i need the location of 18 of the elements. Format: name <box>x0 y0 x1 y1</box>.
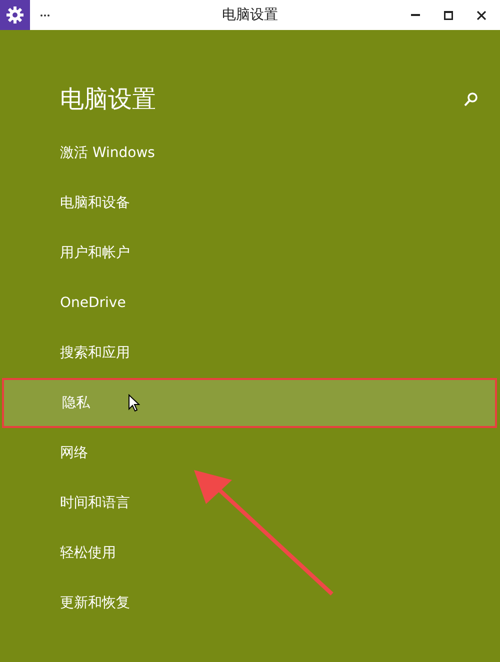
settings-category[interactable]: 搜索和应用 <box>0 328 500 378</box>
ellipsis-icon[interactable] <box>40 14 50 16</box>
search-icon[interactable] <box>464 92 478 106</box>
gear-icon[interactable] <box>0 0 30 30</box>
settings-category[interactable]: 电脑和设备 <box>0 178 500 228</box>
settings-category[interactable]: OneDrive <box>0 278 500 328</box>
settings-category[interactable]: 网络 <box>0 428 500 478</box>
mouse-cursor-icon <box>128 394 140 412</box>
settings-category[interactable]: 用户和帐户 <box>0 228 500 278</box>
settings-category[interactable]: 轻松使用 <box>0 528 500 578</box>
settings-category[interactable]: 激活 Windows <box>0 128 500 178</box>
settings-category[interactable]: 时间和语言 <box>0 478 500 528</box>
settings-category[interactable]: 更新和恢复 <box>0 578 500 628</box>
close-icon[interactable] <box>477 10 486 20</box>
maximize-icon[interactable] <box>444 10 453 20</box>
window-title: 电脑设置 <box>221 6 279 24</box>
page-heading: 电脑设置 <box>60 84 156 115</box>
settings-category[interactable]: 隐私 <box>2 378 497 428</box>
